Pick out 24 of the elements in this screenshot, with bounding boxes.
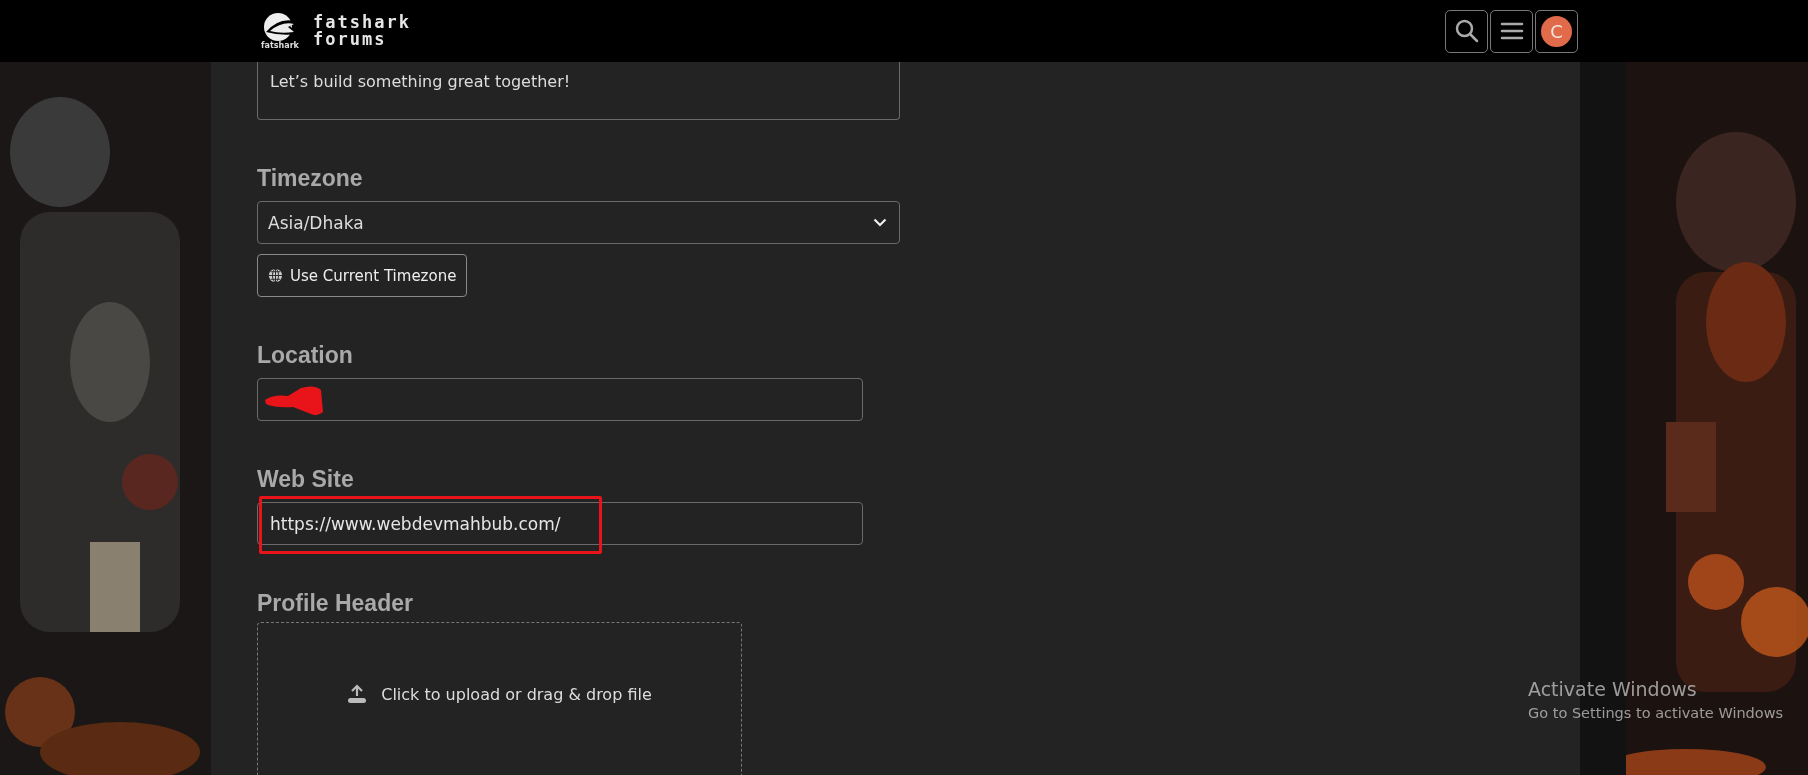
search-icon	[1453, 18, 1480, 44]
profile-header-label: Profile Header	[257, 590, 414, 617]
activation-title: Activate Windows	[1528, 678, 1698, 700]
upload-dropzone[interactable]: Click to upload or drag & drop file	[257, 622, 742, 775]
timezone-label: Timezone	[257, 165, 364, 192]
upload-instructions: Click to upload or drag & drop file	[381, 684, 652, 704]
upload-icon	[347, 684, 368, 704]
logo-caption: fatshark	[261, 42, 299, 50]
search-button[interactable]	[1445, 9, 1488, 53]
activation-subtitle: Go to Settings to activate Windows	[1528, 705, 1784, 721]
logo-title: fatshark	[313, 14, 411, 31]
timezone-select[interactable]: Asia/Dhaka	[257, 201, 900, 244]
use-current-timezone-button[interactable]: Use Current Timezone	[257, 254, 468, 297]
website-label: Web Site	[257, 466, 355, 493]
about-textarea[interactable]: Let’s build something great together!	[257, 62, 900, 120]
menu-button[interactable]	[1490, 9, 1533, 53]
location-label: Location	[257, 342, 354, 369]
logo-subtitle: forums	[313, 31, 388, 48]
website-field[interactable]: https://www.webdevmahbub.com/	[257, 502, 863, 545]
globe-icon	[268, 268, 283, 283]
location-field[interactable]	[257, 378, 863, 421]
user-avatar: C	[1541, 15, 1572, 47]
menu-icon	[1499, 21, 1524, 41]
chevron-down-icon	[873, 218, 887, 227]
